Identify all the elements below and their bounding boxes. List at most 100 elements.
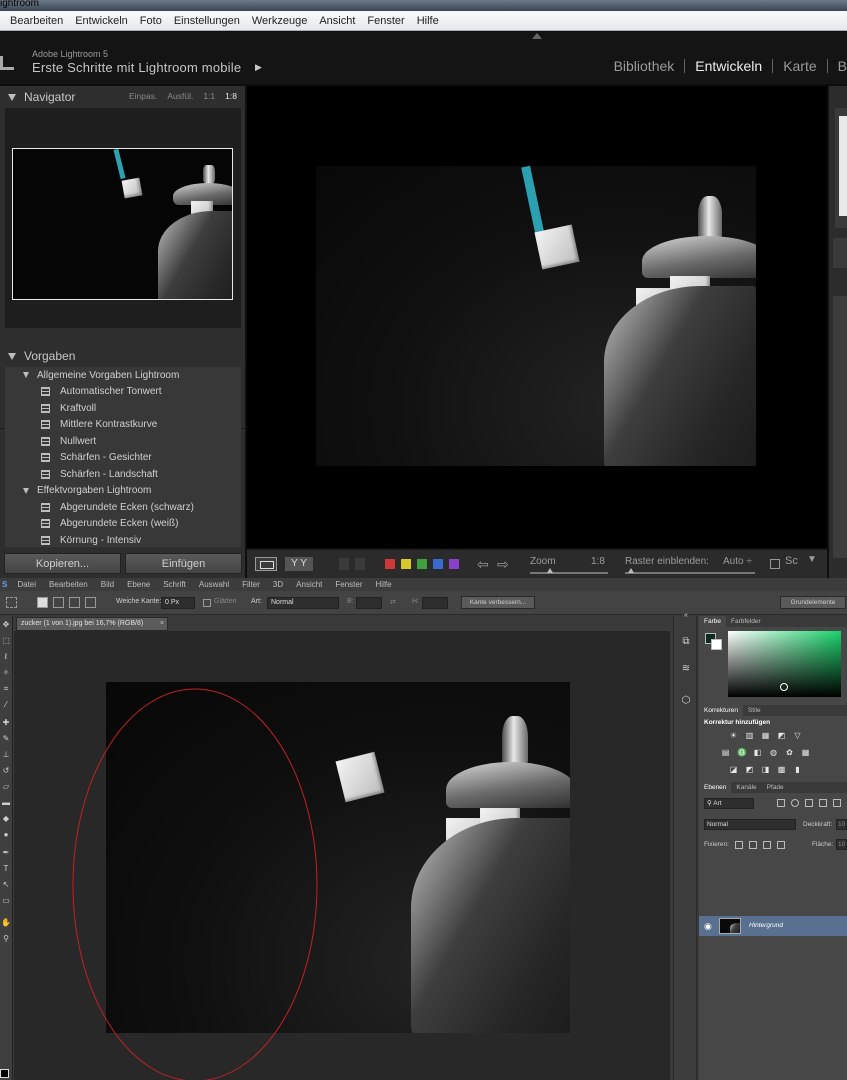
layer-filter-select[interactable]: ⚲ Art (704, 798, 754, 809)
loupe-view-button[interactable] (255, 557, 277, 571)
collapse-top-panel-icon[interactable] (532, 33, 542, 39)
ps-menu-schrift[interactable]: Schrift (163, 580, 186, 589)
filter-shape-icon[interactable] (819, 799, 827, 807)
menu-foto[interactable]: Foto (140, 15, 162, 27)
pen-tool-icon[interactable]: ✒ (1, 848, 11, 858)
blur-tool-icon[interactable]: ◆ (1, 814, 11, 824)
stamp-tool-icon[interactable]: ⊥ (1, 750, 11, 760)
ps-menu-bearbeiten[interactable]: Bearbeiten (49, 580, 88, 589)
preset-item[interactable]: Mittlere Kontrastkurve (5, 417, 241, 434)
flag-icon[interactable] (339, 558, 349, 570)
previous-arrow-icon[interactable]: ⇦ (477, 556, 489, 573)
navigator-thumbnail[interactable] (12, 148, 233, 300)
black-white-icon[interactable]: ◧ (753, 748, 762, 757)
color-lookup-icon[interactable]: ▦ (801, 748, 810, 757)
zoom-fill[interactable]: Ausfül. (167, 91, 193, 101)
properties-panel-icon[interactable]: ≋ (680, 663, 692, 675)
module-bibliothek[interactable]: Bibliothek (604, 58, 685, 74)
color-label-green[interactable] (417, 559, 427, 569)
filter-adjust-icon[interactable] (791, 799, 799, 807)
module-next[interactable]: B (828, 58, 847, 74)
curves-icon[interactable]: ▦ (761, 731, 770, 740)
photo-filter-icon[interactable]: ◍ (769, 748, 778, 757)
toolbar-menu-icon[interactable]: ▼ (807, 554, 817, 565)
dodge-tool-icon[interactable]: ● (1, 830, 11, 840)
menu-ansicht[interactable]: Ansicht (319, 15, 355, 27)
zoom-slider[interactable] (530, 572, 608, 574)
filter-smart-icon[interactable] (833, 799, 841, 807)
healing-brush-icon[interactable]: ✚ (1, 718, 11, 728)
shape-tool-icon[interactable]: ▭ (1, 896, 11, 906)
vibrance-icon[interactable]: ▽ (793, 731, 802, 740)
foreground-color-swatch[interactable] (0, 1069, 9, 1078)
preset-item[interactable]: Körnung - Intensiv (5, 532, 241, 547)
ps-menu-ansicht[interactable]: Ansicht (296, 580, 322, 589)
color-label-purple[interactable] (449, 559, 459, 569)
tool-strip[interactable] (833, 238, 847, 268)
threshold-icon[interactable]: ◨ (761, 765, 770, 774)
lasso-tool-icon[interactable]: ℓ (1, 652, 11, 662)
color-label-blue[interactable] (433, 559, 443, 569)
history-brush-icon[interactable]: ↺ (1, 766, 11, 776)
preset-item[interactable]: Kraftvoll (5, 400, 241, 417)
paste-button[interactable]: Einfügen (125, 553, 242, 574)
expand-triangle-icon[interactable] (23, 372, 29, 379)
tab-pfade[interactable]: Pfade (762, 782, 789, 793)
collapse-triangle-icon[interactable] (8, 93, 16, 101)
3d-panel-icon[interactable]: ⬡ (680, 695, 692, 707)
swap-icon[interactable]: ⇄ (390, 598, 396, 606)
ps-menu-auswahl[interactable]: Auswahl (199, 580, 229, 589)
posterize-icon[interactable]: ◩ (745, 765, 754, 774)
tab-kanaele[interactable]: Kanäle (731, 782, 761, 793)
height-input[interactable] (422, 597, 448, 609)
basic-panel[interactable] (833, 296, 847, 558)
menu-entwickeln[interactable]: Entwickeln (75, 15, 128, 27)
lock-pixels-icon[interactable] (749, 841, 757, 849)
fill-input[interactable]: 10 (836, 839, 847, 850)
preset-item[interactable]: Automatischer Tonwert (5, 384, 241, 401)
eyedropper-icon[interactable]: ⁄ (1, 700, 11, 710)
filter-pixel-icon[interactable] (777, 799, 785, 807)
selective-color-icon[interactable]: ▩ (777, 765, 786, 774)
opacity-input[interactable]: 10 (836, 819, 847, 830)
menu-hilfe[interactable]: Hilfe (417, 15, 439, 27)
tab-farbe[interactable]: Farbe (699, 616, 726, 627)
catalog-title[interactable]: Erste Schritte mit Lightroom mobile (32, 60, 241, 75)
ps-menu-fenster[interactable]: Fenster (335, 580, 362, 589)
ps-menu-3d[interactable]: 3D (273, 580, 283, 589)
color-label-red[interactable] (385, 559, 395, 569)
document-tab[interactable]: zucker (1 von 1).jpg bei 16,7% (RGB/8) × (16, 617, 168, 631)
toolbar-checkbox[interactable] (770, 559, 780, 569)
feather-input[interactable]: 0 Px (161, 597, 195, 609)
preset-item[interactable]: Nullwert (5, 433, 241, 450)
tab-stile[interactable]: Stile (743, 705, 766, 716)
preset-item[interactable]: Abgerundete Ecken (weiß) (5, 516, 241, 533)
module-karte[interactable]: Karte (773, 58, 826, 74)
history-panel-icon[interactable]: ⧉ (680, 636, 692, 648)
grid-value[interactable]: Auto ÷ (723, 556, 752, 567)
color-label-yellow[interactable] (401, 559, 411, 569)
color-balance-icon[interactable]: ♎ (737, 748, 747, 757)
blend-mode-select[interactable]: Normal (704, 819, 796, 830)
antialias-checkbox[interactable] (203, 599, 211, 607)
menu-werkzeuge[interactable]: Werkzeuge (252, 15, 307, 27)
exposure-icon[interactable]: ◩ (777, 731, 786, 740)
reject-flag-icon[interactable] (355, 558, 365, 570)
lock-position-icon[interactable] (763, 841, 771, 849)
grid-slider[interactable] (625, 572, 755, 574)
marquee-tool-icon[interactable] (6, 597, 17, 608)
ps-menu-filter[interactable]: Filter (242, 580, 260, 589)
marquee-tool-icon[interactable]: ⬚ (1, 636, 11, 646)
new-selection-icon[interactable] (37, 597, 48, 608)
hue-icon[interactable]: ▤ (721, 748, 730, 757)
ps-menu-hilfe[interactable]: Hilfe (376, 580, 392, 589)
width-input[interactable] (356, 597, 382, 609)
before-after-button[interactable]: Y Y (285, 557, 313, 571)
magic-wand-icon[interactable]: ✧ (1, 668, 11, 678)
next-arrow-icon[interactable]: ⇨ (497, 556, 509, 573)
hand-tool-icon[interactable]: ✋ (1, 918, 11, 928)
zoom-1-8[interactable]: 1:8 (225, 91, 237, 101)
channel-mixer-icon[interactable]: ✿ (785, 748, 794, 757)
brush-tool-icon[interactable]: ✎ (1, 734, 11, 744)
lock-transparent-icon[interactable] (735, 841, 743, 849)
